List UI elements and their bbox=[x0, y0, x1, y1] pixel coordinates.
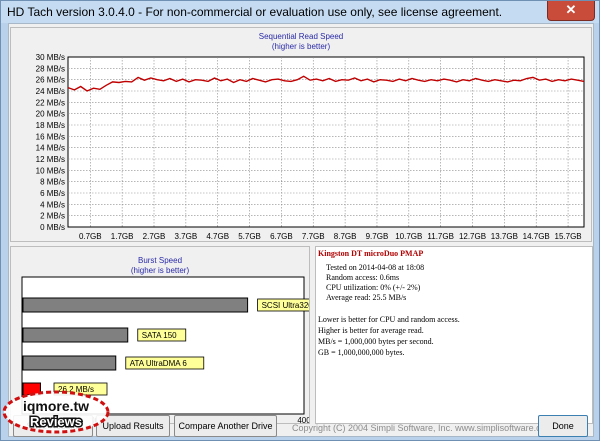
read-x-tick-label: 11.7GB bbox=[427, 232, 454, 241]
read-y-tick-label: 14 MB/s bbox=[36, 144, 65, 153]
title-bar[interactable]: HD Tach version 3.0.4.0 - For non-commer… bbox=[1, 1, 599, 23]
read-y-tick-label: 12 MB/s bbox=[36, 155, 65, 164]
watermark-logo: iqmore.tw Reviews bbox=[2, 390, 110, 434]
read-x-tick-label: 2.7GB bbox=[143, 232, 166, 241]
watermark-line2: Reviews bbox=[30, 414, 82, 429]
read-x-tick-label: 0.7GB bbox=[79, 232, 102, 241]
note-lower-better: Lower is better for CPU and random acces… bbox=[318, 315, 460, 324]
read-x-tick-label: 15.7GB bbox=[555, 232, 582, 241]
read-y-tick-label: 18 MB/s bbox=[36, 121, 65, 130]
read-y-tick-label: 22 MB/s bbox=[36, 98, 65, 107]
cpu-utilization: CPU utilization: 0% (+/- 2%) bbox=[326, 283, 421, 292]
burst-bar-label: SCSI Ultra320 bbox=[262, 301, 309, 310]
read-y-tick-label: 20 MB/s bbox=[36, 110, 65, 119]
read-speed-panel: Sequential Read Speed (higher is better)… bbox=[10, 27, 592, 242]
read-y-tick-label: 24 MB/s bbox=[36, 87, 65, 96]
burst-x-tick-label: 400 bbox=[297, 416, 309, 423]
read-x-tick-label: 9.7GB bbox=[366, 232, 389, 241]
random-access: Random access: 0.6ms bbox=[326, 273, 400, 282]
burst-bar bbox=[22, 327, 129, 343]
read-y-tick-label: 26 MB/s bbox=[36, 76, 65, 85]
burst-bar-label: SATA 150 bbox=[142, 331, 177, 340]
app-window: HD Tach version 3.0.4.0 - For non-commer… bbox=[0, 0, 600, 441]
tested-on: Tested on 2014-04-08 at 18:08 bbox=[326, 263, 425, 272]
read-speed-chart: 0 MB/s 2 MB/s 4 MB/s 6 MB/s 8 MB/s 10 MB/s 12 … bbox=[36, 53, 585, 241]
read-y-tick-label: 4 MB/s bbox=[40, 200, 65, 209]
client-area: Sequential Read Speed (higher is better)… bbox=[8, 23, 594, 437]
copyright-text: Copyright (C) 2004 Simpli Software, Inc.… bbox=[292, 423, 554, 433]
read-y-tick-label: 8 MB/s bbox=[40, 178, 65, 187]
note-gb-definition: GB = 1,000,000,000 bytes. bbox=[318, 348, 405, 357]
read-x-tick-label: 12.7GB bbox=[459, 232, 486, 241]
done-button[interactable]: Done bbox=[538, 415, 588, 437]
note-higher-better: Higher is better for average read. bbox=[318, 326, 424, 335]
read-x-tick-label: 5.7GB bbox=[238, 232, 261, 241]
read-x-tick-label: 7.7GB bbox=[302, 232, 325, 241]
read-y-tick-label: 30 MB/s bbox=[36, 53, 65, 62]
read-x-tick-label: 1.7GB bbox=[111, 232, 134, 241]
read-plot-area bbox=[67, 56, 585, 228]
burst-bar bbox=[22, 297, 249, 313]
read-x-tick-label: 3.7GB bbox=[175, 232, 198, 241]
read-x-tick-label: 14.7GB bbox=[523, 232, 550, 241]
drive-name: Kingston DT microDuo PMAP bbox=[318, 249, 424, 258]
note-mbs-definition: MB/s = 1,000,000 bytes per second. bbox=[318, 337, 434, 346]
average-read: Average read: 25.5 MB/s bbox=[326, 293, 407, 302]
read-y-tick-label: 6 MB/s bbox=[40, 189, 65, 198]
read-y-tick-label: 2 MB/s bbox=[40, 212, 65, 221]
read-y-tick-label: 0 MB/s bbox=[40, 223, 65, 232]
compare-drive-button[interactable]: Compare Another Drive bbox=[174, 415, 277, 437]
read-y-tick-label: 16 MB/s bbox=[36, 132, 65, 141]
read-y-tick-label: 28 MB/s bbox=[36, 64, 65, 73]
drive-stats-panel: Kingston DT microDuo PMAP Tested on 2014… bbox=[315, 246, 593, 424]
read-x-tick-label: 4.7GB bbox=[206, 232, 229, 241]
window-title: HD Tach version 3.0.4.0 - For non-commer… bbox=[7, 5, 503, 19]
read-y-tick-label: 10 MB/s bbox=[36, 166, 65, 175]
read-x-tick-label: 13.7GB bbox=[491, 232, 518, 241]
read-x-tick-label: 10.7GB bbox=[395, 232, 422, 241]
read-x-tick-label: 6.7GB bbox=[270, 232, 293, 241]
burst-bar bbox=[22, 355, 117, 371]
burst-bar-label: ATA UltraDMA 6 bbox=[130, 359, 188, 368]
watermark-line1: iqmore.tw bbox=[23, 398, 89, 414]
close-button[interactable]: ✕ bbox=[547, 1, 595, 21]
read-x-tick-label: 8.7GB bbox=[334, 232, 357, 241]
